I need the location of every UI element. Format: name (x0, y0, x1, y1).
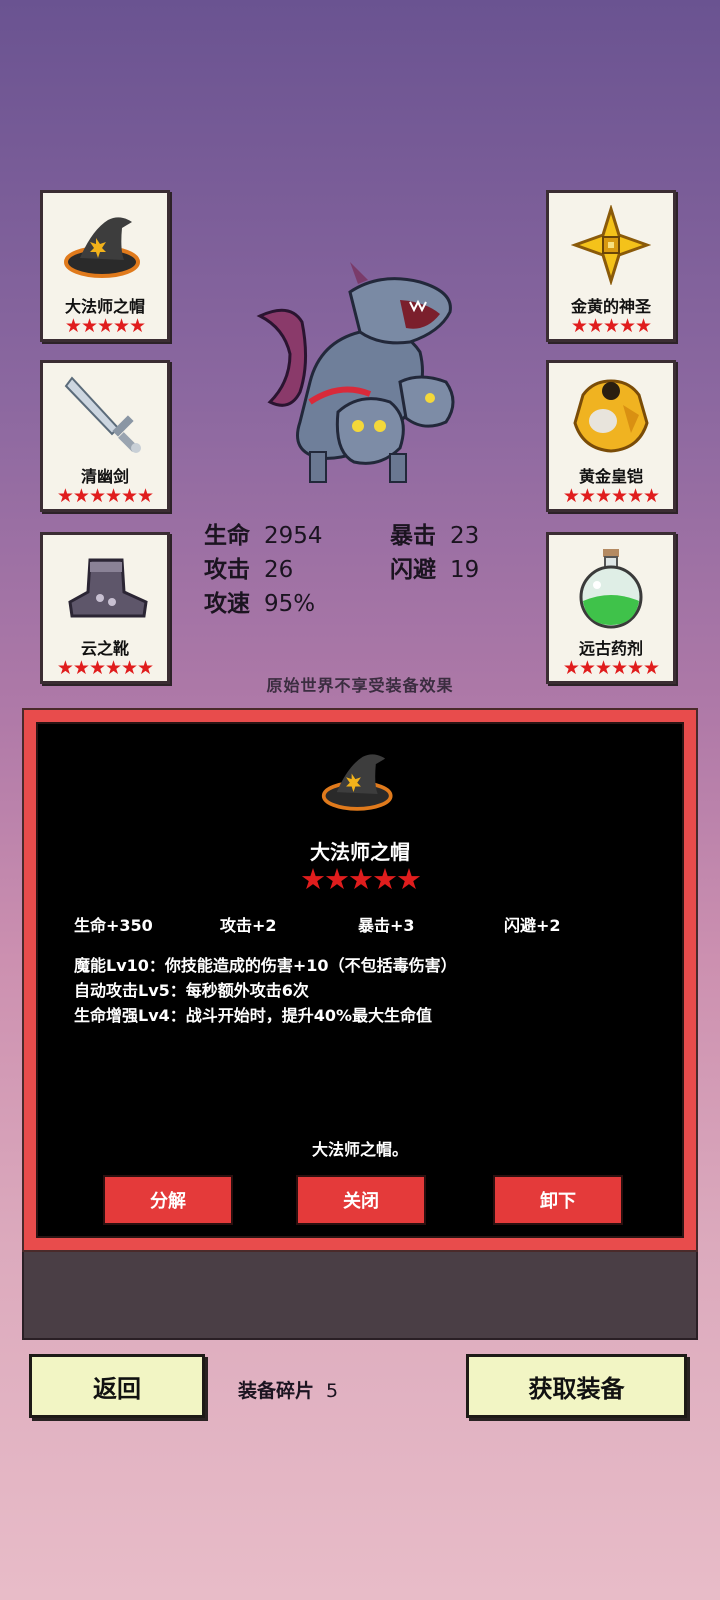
potion-icon (549, 547, 673, 629)
stat-label: 攻速 (204, 591, 250, 617)
close-button[interactable]: 关闭 (296, 1175, 426, 1225)
stat-label: 攻击 (204, 557, 250, 583)
stat-value: 2954 (264, 523, 323, 549)
slot-stars: ★★★★★★ (56, 485, 154, 507)
wizard-hat-icon (300, 740, 420, 820)
slot-stars: ★★★★★★ (562, 485, 660, 507)
stat-value: 23 (450, 523, 480, 549)
unequip-button[interactable]: 卸下 (493, 1175, 623, 1225)
attribute-hp: 生命+350 (74, 916, 153, 935)
stat-hp: 生命 2954 (204, 516, 323, 550)
stat-label: 暴击 (390, 523, 436, 549)
slot-stars: ★★★★★ (64, 315, 146, 337)
skill-line: 生命增强Lv4：战斗开始时，提升40%最大生命值 (74, 1006, 433, 1025)
slot-name: 大法师之帽 (64, 297, 145, 316)
slot-name: 清幽剑 (80, 467, 129, 486)
slot-name: 远古药剂 (578, 639, 643, 658)
decompose-button[interactable]: 分解 (103, 1175, 233, 1225)
stat-value: 26 (264, 557, 294, 583)
boots-icon (43, 547, 167, 627)
stat-attack: 攻击 26 (204, 550, 293, 584)
attribute-attack: 攻击+2 (220, 916, 277, 935)
stat-attack-speed: 攻速 95% (204, 584, 315, 618)
equip-slot-armor[interactable]: 黄金皇铠 ★★★★★★ (546, 360, 676, 512)
shards-label: 装备碎片 (238, 1380, 315, 1402)
stat-label: 闪避 (390, 557, 436, 583)
shards-value: 5 (326, 1380, 339, 1402)
wizard-hat-icon (43, 205, 167, 285)
equip-slot-sword[interactable]: 清幽剑 ★★★★★★ (40, 360, 170, 512)
equip-slot-hat[interactable]: 大法师之帽 ★★★★★ (40, 190, 170, 342)
equip-slot-boots[interactable]: 云之靴 ★★★★★★ (40, 532, 170, 684)
equip-slot-holy[interactable]: 金黄的神圣 ★★★★★ (546, 190, 676, 342)
item-title: 大法师之帽 (310, 840, 410, 864)
panel-shadow (22, 1252, 698, 1340)
shards-counter: 装备碎片 5 (238, 1376, 338, 1403)
slot-name: 金黄的神圣 (570, 297, 651, 316)
attribute-crit: 暴击+3 (358, 916, 415, 935)
equipment-notice: 原始世界不享受装备效果 (266, 676, 454, 695)
attribute-dodge: 闪避+2 (504, 916, 561, 935)
stat-dodge: 闪避 19 (390, 550, 479, 584)
item-description: 大法师之帽。 (311, 1140, 408, 1159)
stat-value: 19 (450, 557, 480, 583)
item-stars: ★★★★★ (300, 862, 422, 896)
gold-armor-icon (549, 375, 673, 455)
equip-slot-potion[interactable]: 远古药剂 ★★★★★★ (546, 532, 676, 684)
creature-sprite (250, 262, 472, 494)
stat-value: 95% (264, 591, 316, 617)
stat-label: 生命 (204, 523, 250, 549)
sword-icon (43, 375, 167, 455)
obtain-equipment-button[interactable]: 获取装备 (466, 1354, 687, 1418)
stat-crit: 暴击 23 (390, 516, 479, 550)
slot-name: 黄金皇铠 (578, 467, 643, 486)
slot-name: 云之靴 (80, 639, 129, 658)
skill-line: 自动攻击Lv5：每秒额外攻击6次 (74, 981, 309, 1000)
gold-cross-icon (549, 205, 673, 285)
back-button[interactable]: 返回 (29, 1354, 205, 1418)
slot-stars: ★★★★★ (570, 315, 652, 337)
skill-line: 魔能Lv10：你技能造成的伤害+10（不包括毒伤害） (74, 956, 457, 975)
